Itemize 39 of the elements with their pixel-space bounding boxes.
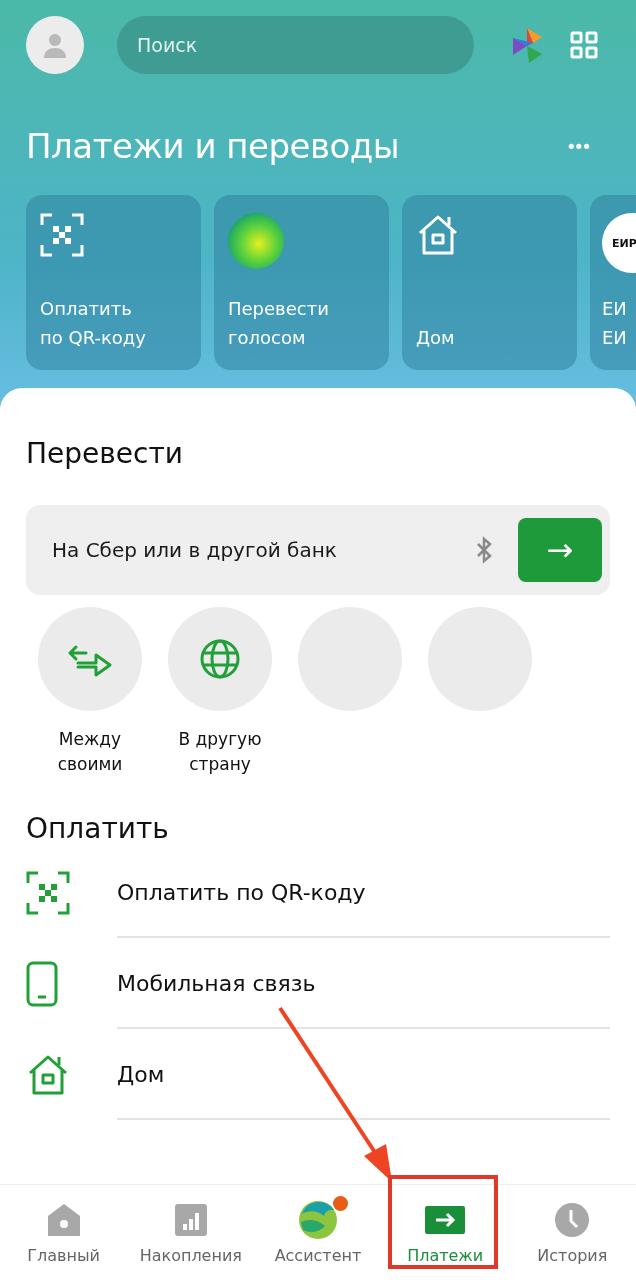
shortcut-card[interactable]: Дом xyxy=(402,195,577,370)
phone-icon xyxy=(26,960,58,1007)
house-icon xyxy=(45,1202,82,1238)
section-title: Перевести xyxy=(26,436,184,472)
company-logo: ЕИР xyxy=(602,213,636,273)
nav-tab[interactable]: Накопления xyxy=(131,1200,250,1265)
bar-chart-icon xyxy=(174,1204,207,1236)
payment-list-item[interactable]: Мобильная связь xyxy=(26,938,610,1029)
avatar[interactable] xyxy=(26,16,84,74)
payment-list-item[interactable]: Оплатить по QR-коду xyxy=(26,847,610,938)
house-icon xyxy=(416,213,460,257)
nav-tab[interactable]: История xyxy=(513,1200,632,1265)
section-title: Оплатить xyxy=(26,811,170,847)
voice-orb-icon xyxy=(228,213,284,269)
shortcut-card[interactable]: ЕИР ЕИ ЕИ xyxy=(590,195,636,370)
globe-icon xyxy=(199,638,241,680)
card-label: Оплатить по QR-коду xyxy=(40,297,147,350)
clock-icon xyxy=(554,1202,591,1238)
person-icon xyxy=(41,31,69,59)
qr-scan-icon xyxy=(40,213,84,257)
quick-action-label: В другую страну xyxy=(178,728,262,776)
nav-tab[interactable]: Главный xyxy=(4,1200,123,1265)
go-button[interactable]: → xyxy=(518,518,602,582)
card-label: Дом xyxy=(416,326,456,350)
transfer-field[interactable]: На Сбер или в другой банк → xyxy=(26,505,610,595)
grid-icon[interactable] xyxy=(570,31,598,59)
transfer-field-label: На Сбер или в другой банк xyxy=(52,538,338,562)
nav-tab[interactable]: Платежи xyxy=(386,1200,505,1265)
nav-tab[interactable]: Ассистент xyxy=(258,1200,377,1265)
payment-list-item[interactable]: Дом xyxy=(26,1029,610,1120)
page-title: Платежи и переводы xyxy=(26,126,401,166)
search-field[interactable]: Поиск xyxy=(117,16,474,74)
card-label: ЕИ ЕИ xyxy=(602,297,628,350)
card-label: Перевести голосом xyxy=(228,297,330,350)
shortcut-card[interactable]: Перевести голосом xyxy=(214,195,389,370)
quick-action-label: Между своими xyxy=(57,728,123,776)
swirl-logo-icon xyxy=(297,1200,338,1240)
qr-scan-icon xyxy=(26,870,70,915)
shortcut-card[interactable]: Оплатить по QR-коду xyxy=(26,195,201,370)
